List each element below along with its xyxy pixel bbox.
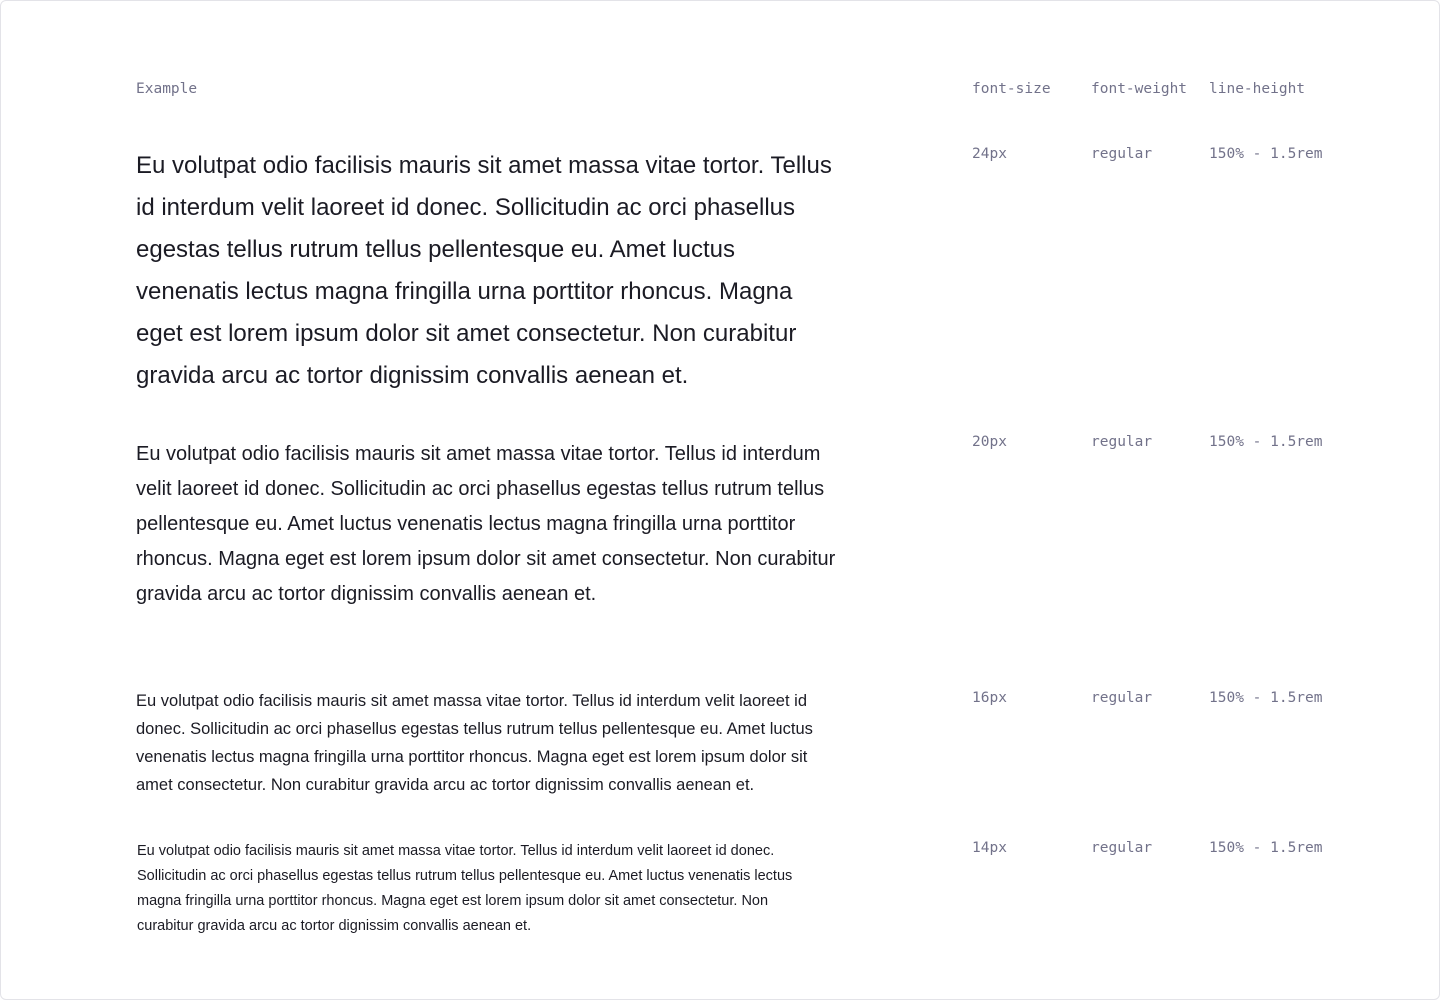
spec-font-weight-20px: regular bbox=[1091, 434, 1153, 450]
spec-font-weight-16px: regular bbox=[1091, 690, 1153, 706]
sample-text-16px: Eu volutpat odio facilisis mauris sit am… bbox=[136, 692, 813, 794]
sample-text-24px: Eu volutpat odio facilisis mauris sit am… bbox=[136, 152, 832, 389]
spec-font-size-16px: 16px bbox=[972, 690, 1007, 706]
typography-spec-card: Example font-size font-weight line-heigh… bbox=[0, 0, 1440, 1000]
spec-line-height-14px: 150% - 1.5rem bbox=[1209, 840, 1323, 856]
column-header-example: Example bbox=[136, 81, 198, 97]
spec-font-size-14px: 14px bbox=[972, 840, 1007, 856]
spec-font-size-20px: 20px bbox=[972, 434, 1007, 450]
column-header-line-height: line-height bbox=[1209, 81, 1306, 97]
spec-font-weight-14px: regular bbox=[1091, 840, 1153, 856]
sample-text-14px: Eu volutpat odio facilisis mauris sit am… bbox=[137, 843, 793, 934]
column-header-font-weight: font-weight bbox=[1091, 81, 1188, 97]
spec-font-weight-24px: regular bbox=[1091, 146, 1153, 162]
sample-text-20px: Eu volutpat odio facilisis mauris sit am… bbox=[136, 443, 836, 605]
column-header-font-size: font-size bbox=[972, 81, 1051, 97]
spec-line-height-24px: 150% - 1.5rem bbox=[1209, 146, 1323, 162]
spec-line-height-16px: 150% - 1.5rem bbox=[1209, 690, 1323, 706]
spec-line-height-20px: 150% - 1.5rem bbox=[1209, 434, 1323, 450]
spec-font-size-24px: 24px bbox=[972, 146, 1007, 162]
